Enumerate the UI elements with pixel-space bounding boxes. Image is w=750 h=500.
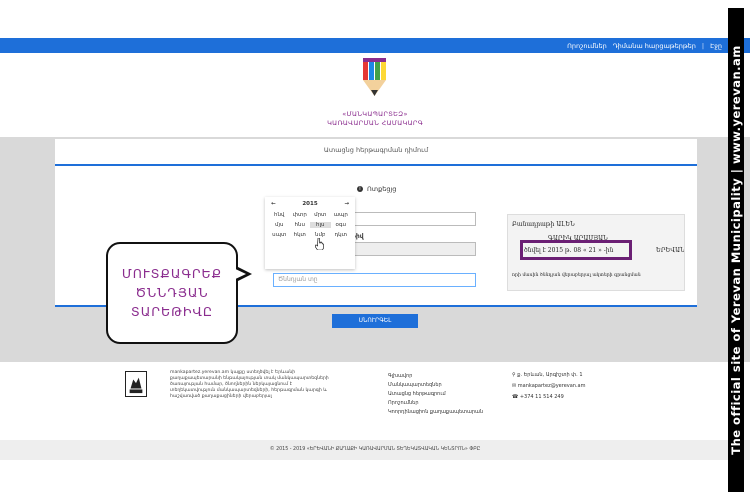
footer-link[interactable]: Ատացնց հերթագրում <box>388 390 483 399</box>
yerevan-coat-of-arms-icon <box>125 371 147 397</box>
phone-icon: ☎ <box>512 394 520 400</box>
site-title-line2: ԿԱՌԱՎԱՐՄԱՆ ՀԱՄԱԿԱՐԳ <box>327 119 423 127</box>
callout-tail-inner <box>229 266 246 282</box>
top-nav: Որոշումներ Դիմանա հարցաթերթեր | Էջը <box>567 38 722 53</box>
help-link[interactable]: i Ոտքեցյց <box>357 185 396 193</box>
nav-separator: | <box>701 41 705 50</box>
month-picker: ← 2015 → հնվ փտր մրտ ապր մյս հնս հլս օգս… <box>265 197 355 269</box>
footer-email-text: mankapartez@yerevan.am <box>517 383 586 389</box>
footer-email[interactable]: ✉ mankapartez@yerevan.am <box>512 381 585 392</box>
footer-phone: ☎ +374 11 514 249 <box>512 392 585 403</box>
footer-contacts: ⚲ ք. Երևան, Արգիշտի փ. 1 ✉ mankapartez@y… <box>512 370 585 403</box>
month-cell[interactable]: սպտ <box>269 232 290 238</box>
month-picker-header: ← 2015 → <box>265 197 355 209</box>
doc-row: Բանադրաթի ԱԼԵՆ <box>512 221 575 228</box>
site-title: «ՄԱՆԿԱՊԱՐՏԵԶ» ԿԱՌԱՎԱՐՄԱՆ ՀԱՄԱԿԱՐԳ <box>300 110 450 128</box>
nav-link-page[interactable]: Էջը <box>710 42 722 50</box>
picker-year[interactable]: 2015 <box>302 201 317 207</box>
next-year-button[interactable]: → <box>344 201 349 207</box>
birth-date-input[interactable]: Ծննդյան տը <box>273 273 476 287</box>
month-cell[interactable]: հկտ <box>290 232 311 238</box>
footer-link[interactable]: Կոորդինացիոն քաղաքապետարան <box>388 408 483 417</box>
month-cell[interactable]: դկտ <box>331 232 352 238</box>
month-cell[interactable]: մյս <box>269 222 290 228</box>
footer-address: ⚲ ք. Երևան, Արգիշտի փ. 1 <box>512 370 585 381</box>
form-title: Ատացնց հերթագրման դիմում <box>323 146 429 154</box>
help-label: Ոտքեցյց <box>367 185 397 193</box>
divider <box>55 164 697 166</box>
month-grid: հնվ փտր մրտ ապր մյս հնս հլս օգս սպտ հկտ … <box>265 209 355 241</box>
footer-about: mankapartez.yerevan.am կայքը ստեղծվել է … <box>170 370 329 399</box>
nav-link-decisions[interactable]: Որոշումներ <box>567 42 607 50</box>
nav-link-questionnaires[interactable]: Դիմանա հարցաթերթեր <box>613 42 696 50</box>
top-nav-bar: Որոշումներ Դիմանա հարցաթերթեր | Էջը <box>0 38 750 53</box>
submit-button[interactable]: ՍՆՈՒՐԳԵԼ <box>332 314 418 328</box>
callout-line: ՄՈՒՏՔԱԳՐԵՔ <box>121 266 223 281</box>
month-cell[interactable]: հնս <box>290 222 311 228</box>
month-cell[interactable]: հնվ <box>269 212 290 218</box>
hand-cursor-icon <box>315 238 324 250</box>
copyright: © 2015 - 2019 «ԵՐԵՎԱՆԻ ՔԱՂԱՔԻ ԿԱՌԱՎԱՐՄԱՆ… <box>0 440 750 460</box>
date-highlight-frame <box>520 240 632 260</box>
month-cell[interactable]: փտր <box>290 212 311 218</box>
month-cell[interactable]: ապր <box>331 212 352 218</box>
instruction-callout: ՄՈՒՏՔԱԳՐԵՔ ԾՆՆԴՅԱՆ ՏԱՐԵԹԻՎԸ <box>106 242 238 344</box>
prev-year-button[interactable]: ← <box>271 201 276 207</box>
pencil-logo-icon[interactable] <box>362 58 388 98</box>
birth-certificate-sample: Բանադրաթի ԱԼԵՆ ԳԱՐԻԿ ԱՐԱՄՅԱՆ ծնվել է 201… <box>507 214 685 291</box>
callout-line: ՏԱՐԵԹԻՎԸ <box>130 304 214 319</box>
callout-line: ԾՆՆԴՅԱՆ <box>135 285 209 300</box>
month-cell-hovered[interactable]: հլս <box>310 222 331 228</box>
month-cell[interactable]: օգս <box>331 222 352 228</box>
month-cell[interactable]: մրտ <box>310 212 331 218</box>
footer-link[interactable]: Մանկապարտեզներ <box>388 381 483 390</box>
footer-links: Գլխավոր Մանկապարտեզներ Ատացնց հերթագրում… <box>388 372 483 417</box>
footer-link[interactable]: Գլխավոր <box>388 372 483 381</box>
footer-link[interactable]: Որոշումներ <box>388 399 483 408</box>
footer: mankapartez.yerevan.am կայքը ստեղծվել է … <box>0 362 750 440</box>
footer-phone-text: +374 11 514 249 <box>519 394 564 400</box>
info-icon: i <box>357 186 363 192</box>
watermark-text: The official site of Yerevan Municipalit… <box>729 45 743 455</box>
doc-row: ԵՐԵՎԱՆ <box>656 247 685 254</box>
doc-row: որի մասին ծննդյան վերաբերյալ ակտերի գրան… <box>512 273 641 278</box>
footer-address-text: ք. Երևան, Արգիշտի փ. 1 <box>517 372 583 378</box>
site-title-line1: «ՄԱՆԿԱՊԱՐՏԵԶ» <box>342 110 408 118</box>
